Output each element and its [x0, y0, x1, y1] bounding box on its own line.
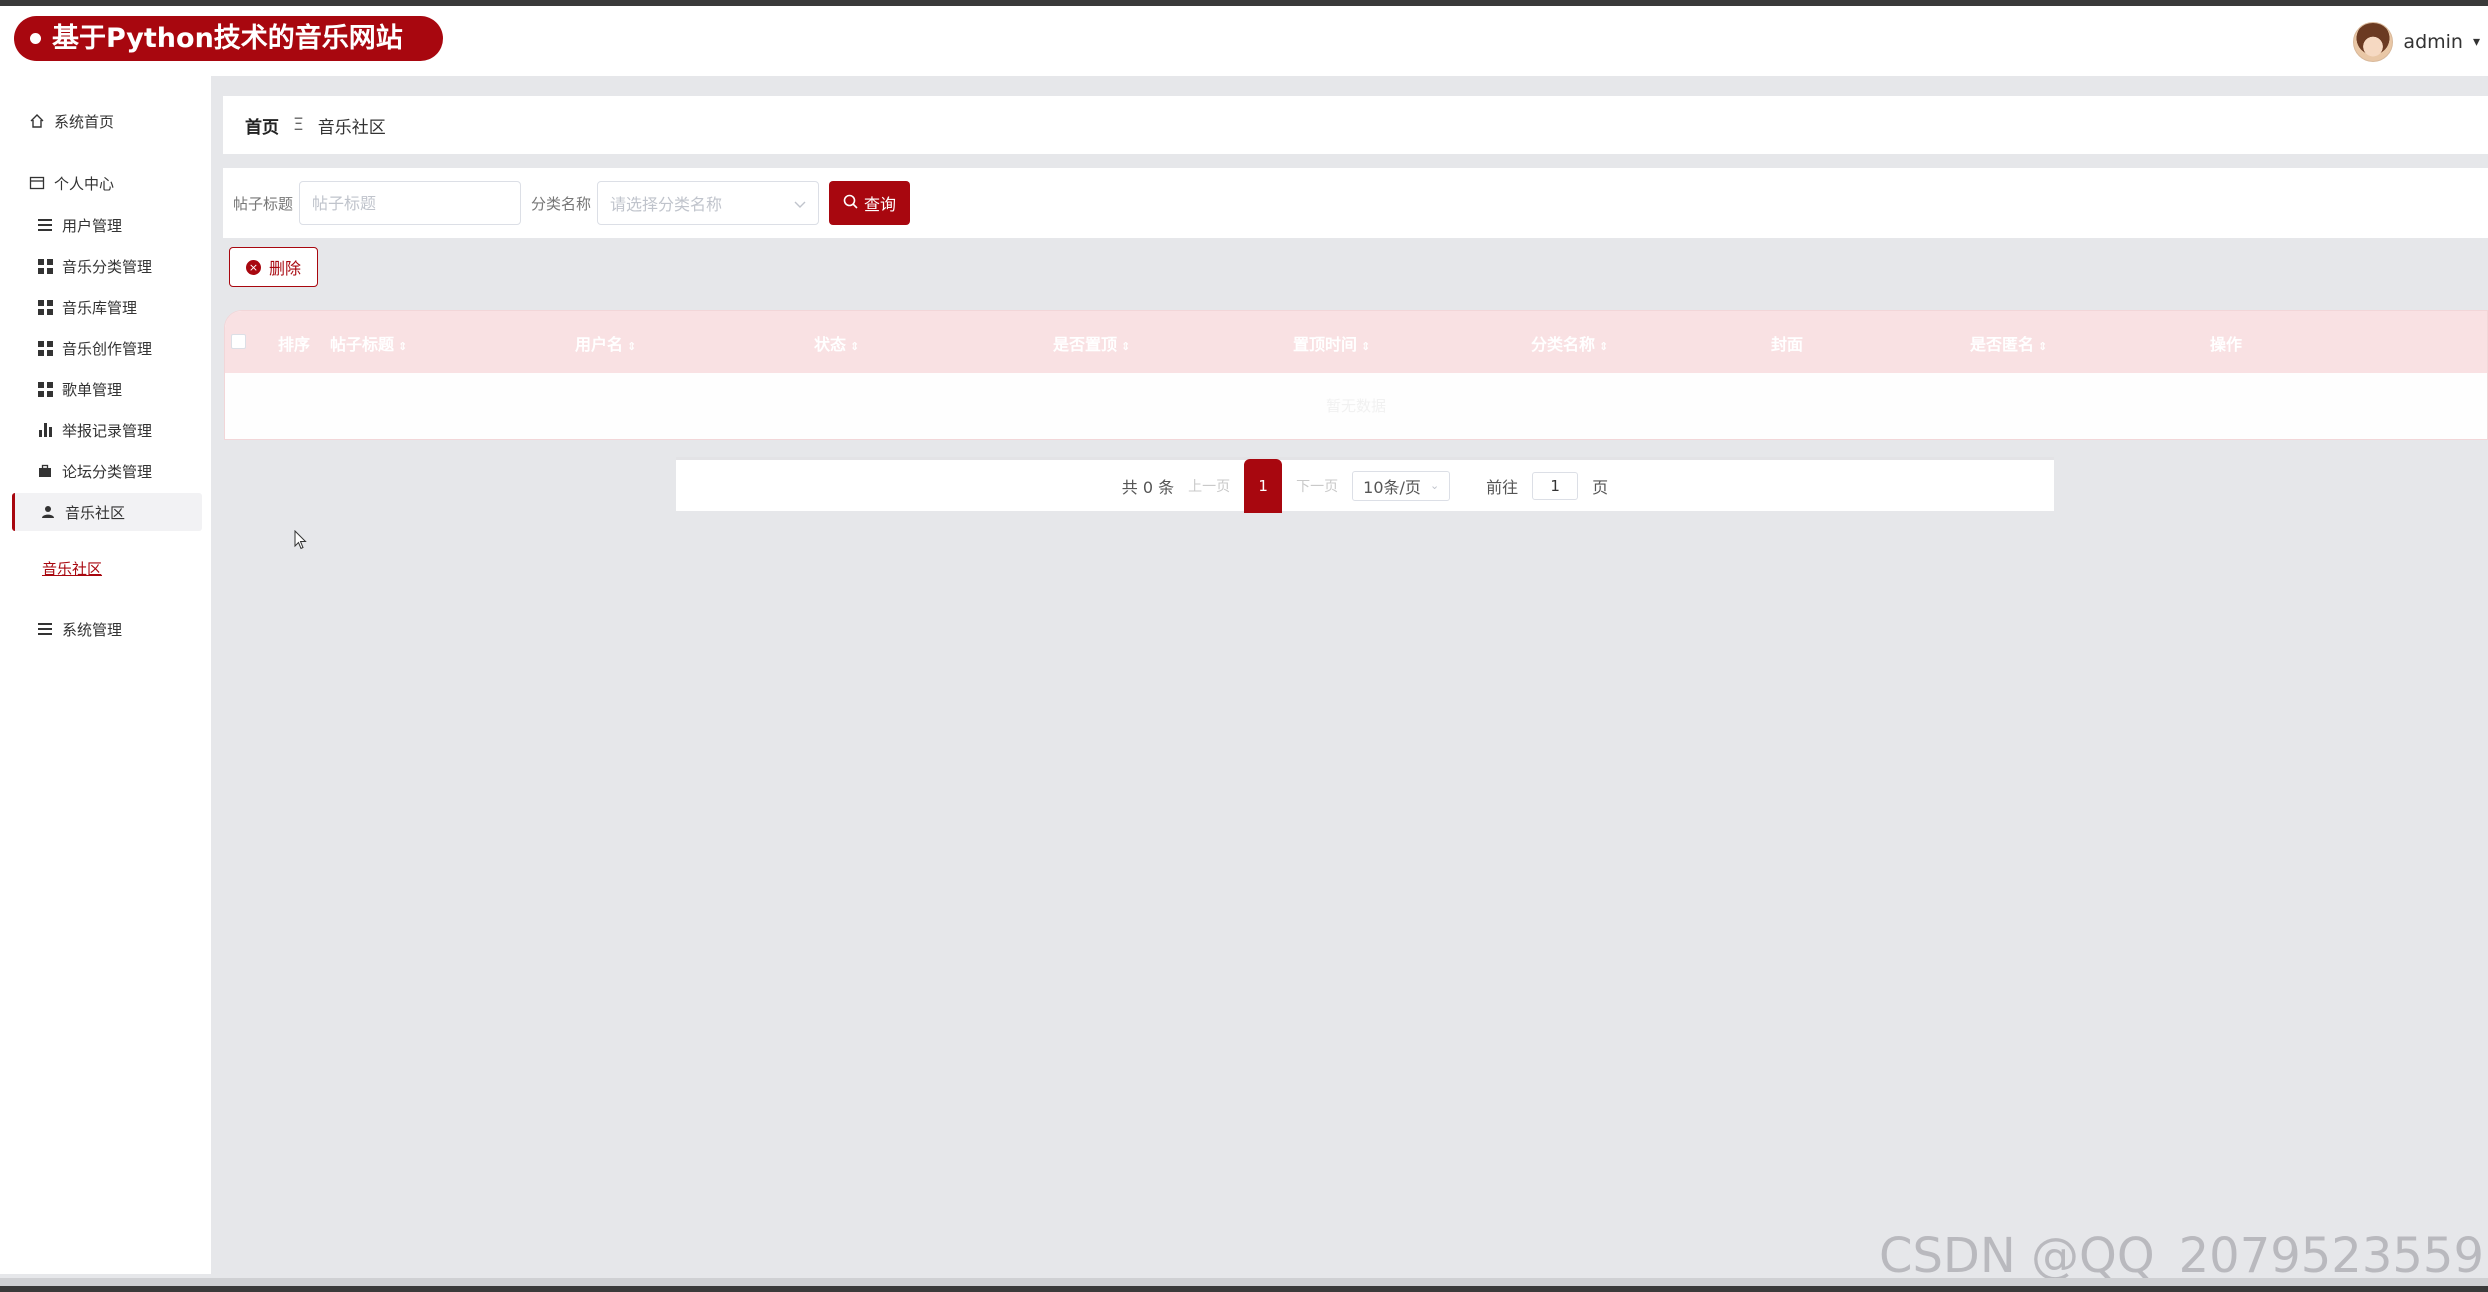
sidebar-item-label: 用户管理 [62, 216, 123, 235]
list-icon [36, 216, 54, 234]
goto-page-input[interactable] [1532, 471, 1579, 500]
user-menu[interactable]: admin ▾ [2353, 20, 2480, 64]
page-size-value: 10条/页 [1363, 477, 1421, 497]
calendar-icon [28, 174, 46, 192]
prev-page-button[interactable]: 上一页 [1188, 476, 1230, 496]
pagination: 共 0 条 上一页 1 下一页 10条/页 ⌄ 前往 页 [676, 457, 2054, 513]
sidebar-item-users[interactable]: 用户管理 [0, 206, 200, 244]
breadcrumb-current: 音乐社区 [317, 117, 386, 138]
sidebar-item-label: 论坛分类管理 [62, 462, 153, 481]
caret-down-icon[interactable]: ▾ [2473, 34, 2480, 50]
page-suffix: 页 [1592, 477, 1609, 497]
sidebar-item-label: 举报记录管理 [62, 421, 153, 440]
column-header-pinned[interactable]: 是否置顶 ⇕ [1053, 331, 1130, 355]
sidebar: 系统首页 个人中心 用户管理 音乐分类管理 音乐库管理 音乐创作管理 歌单管理 [0, 76, 211, 1274]
app-window: 基于Python技术的音乐网站 admin ▾ 系统首页 个人中心 用户管理 音… [0, 6, 2488, 1286]
query-button[interactable]: 查询 [829, 181, 911, 225]
sidebar-item-label: 歌单管理 [62, 380, 123, 399]
goto-label: 前往 [1486, 477, 1519, 497]
title-search-input[interactable] [299, 181, 522, 225]
close-circle-icon: × [246, 259, 261, 275]
sidebar-item-music-creation[interactable]: 音乐创作管理 [0, 329, 200, 367]
category-label: 分类名称 [531, 194, 592, 213]
sidebar-sub-link-music-community[interactable]: 音乐社区 [0, 549, 200, 587]
column-header-anonymous[interactable]: 是否匿名 ⇕ [1970, 331, 2047, 355]
column-header-cover: 封面 [1771, 335, 1804, 354]
avatar[interactable] [2353, 22, 2394, 62]
page-number-current[interactable]: 1 [1244, 458, 1283, 513]
category-select-placeholder: 请选择分类名称 [610, 195, 723, 214]
sidebar-item-label: 个人中心 [54, 174, 115, 193]
sidebar-item-music-category[interactable]: 音乐分类管理 [0, 247, 200, 285]
brand-title: 基于Python技术的音乐网站 [52, 23, 403, 54]
title-label: 帖子标题 [233, 194, 294, 213]
bar-chart-icon [36, 421, 54, 439]
top-header: 基于Python技术的音乐网站 admin ▾ [0, 6, 2488, 76]
brand-banner: 基于Python技术的音乐网站 [14, 16, 443, 61]
list-icon [36, 620, 54, 638]
sort-icon: ⇕ [627, 340, 637, 353]
bottom-bar [0, 1278, 2488, 1286]
select-all-checkbox[interactable] [231, 334, 246, 349]
search-form: 帖子标题 分类名称 请选择分类名称 查询 [223, 168, 2488, 238]
breadcrumb-home[interactable]: 首页 [245, 113, 279, 138]
delete-button-label: 删除 [269, 259, 302, 278]
chevron-down-icon: ⌄ [1429, 479, 1440, 492]
grid-icon [36, 257, 54, 275]
column-header-pin-time[interactable]: 置顶时间 ⇕ [1293, 331, 1370, 355]
sidebar-item-label: 音乐分类管理 [62, 257, 153, 276]
grid-icon [36, 380, 54, 398]
sidebar-item-label: 音乐库管理 [62, 298, 138, 317]
home-icon [28, 112, 46, 130]
sidebar-item-music-community[interactable]: 音乐社区 [12, 493, 202, 531]
breadcrumb: 首页 Ξ 音乐社区 [223, 96, 2488, 154]
sidebar-item-music-library[interactable]: 音乐库管理 [0, 288, 200, 326]
username[interactable]: admin [2403, 31, 2463, 53]
table-empty-text: 暂无数据 [225, 373, 2487, 439]
sort-icon: ⇕ [1121, 340, 1131, 353]
data-table: 排序 帖子标题 ⇕ 用户名 ⇕ 状态 ⇕ 是否置顶 ⇕ 置顶时间 ⇕ 分类名称 ⇕ 封面 是… [224, 310, 2488, 440]
sort-icon: ⇕ [1599, 340, 1609, 353]
sidebar-item-personal-center[interactable]: 个人中心 [0, 164, 200, 202]
sidebar-item-label: 音乐社区 [65, 503, 126, 522]
sidebar-item-playlists[interactable]: 歌单管理 [0, 370, 200, 408]
column-header-order: 排序 [278, 335, 311, 354]
sidebar-item-home[interactable]: 系统首页 [0, 102, 200, 140]
query-button-label: 查询 [864, 195, 897, 214]
user-icon [39, 503, 57, 521]
sort-icon: ⇕ [398, 340, 408, 353]
grid-icon [36, 339, 54, 357]
sidebar-item-forum-category[interactable]: 论坛分类管理 [0, 452, 200, 490]
column-header-category[interactable]: 分类名称 ⇕ [1531, 331, 1608, 355]
sidebar-item-system[interactable]: 系统管理 [0, 610, 200, 648]
sidebar-item-label: 系统管理 [62, 620, 123, 639]
sidebar-item-label: 音乐创作管理 [62, 339, 153, 358]
sidebar-item-reports[interactable]: 举报记录管理 [0, 411, 200, 449]
chevron-down-icon [794, 194, 806, 213]
mouse-cursor-icon [294, 530, 307, 550]
breadcrumb-separator: Ξ [293, 115, 304, 135]
watermark: CSDN @QQ_2079523559 [1878, 1228, 2484, 1284]
column-header-status[interactable]: 状态 ⇕ [814, 331, 859, 355]
sort-icon: ⇕ [850, 340, 860, 353]
column-header-actions: 操作 [2210, 335, 2243, 354]
column-header-title[interactable]: 帖子标题 ⇕ [330, 331, 407, 355]
briefcase-icon [36, 462, 54, 480]
page-size-select[interactable]: 10条/页 ⌄ [1352, 470, 1451, 501]
delete-button[interactable]: × 删除 [229, 247, 319, 287]
table-header-row: 排序 帖子标题 ⇕ 用户名 ⇕ 状态 ⇕ 是否置顶 ⇕ 置顶时间 ⇕ 分类名称 ⇕ 封面 是… [225, 311, 2487, 373]
sidebar-item-label: 系统首页 [54, 112, 115, 131]
sort-icon: ⇕ [2038, 340, 2048, 353]
next-page-button[interactable]: 下一页 [1296, 476, 1338, 496]
sort-icon: ⇕ [1361, 340, 1371, 353]
grid-icon [36, 298, 54, 316]
brand-dot-icon [30, 33, 41, 44]
category-select[interactable]: 请选择分类名称 [597, 181, 820, 225]
search-icon [843, 194, 858, 213]
pagination-total: 共 0 条 [1121, 477, 1175, 497]
column-header-username[interactable]: 用户名 ⇕ [575, 331, 636, 355]
